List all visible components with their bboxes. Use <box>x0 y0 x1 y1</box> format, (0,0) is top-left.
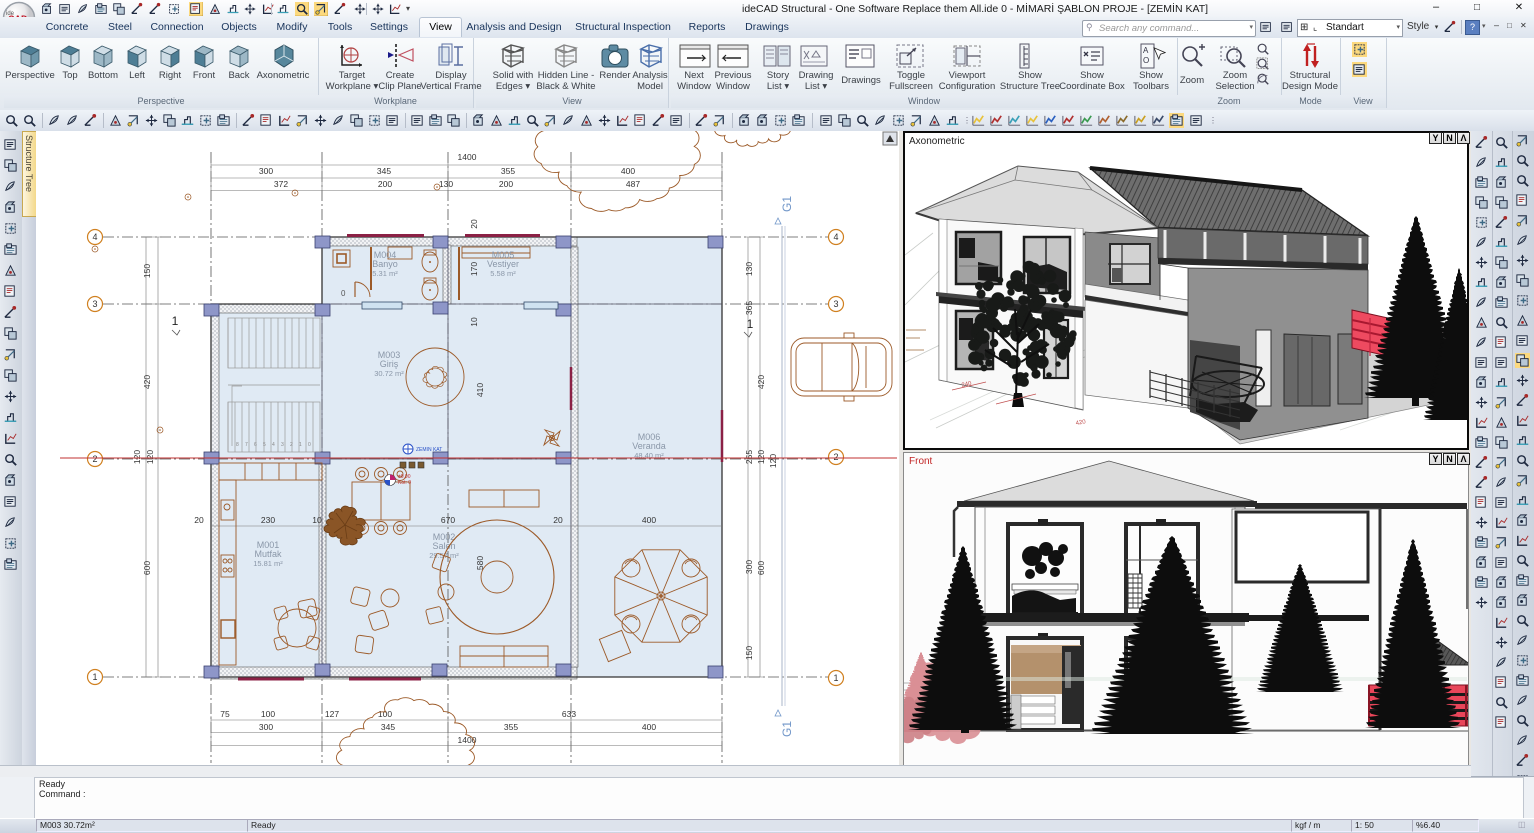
svg-text:300: 300 <box>744 560 754 574</box>
svg-text:200: 200 <box>499 179 513 189</box>
svg-text:5.58 m²: 5.58 m² <box>490 269 516 278</box>
svg-text:150: 150 <box>744 646 754 660</box>
svg-text:2: 2 <box>92 454 97 464</box>
svg-text:400: 400 <box>621 166 635 176</box>
svg-text:Giriş: Giriş <box>380 359 399 369</box>
svg-text:20: 20 <box>469 219 479 229</box>
svg-text:130: 130 <box>439 179 453 189</box>
svg-text:4: 4 <box>833 232 838 242</box>
svg-text:30.72 m²: 30.72 m² <box>374 369 404 378</box>
svg-text:1: 1 <box>299 442 302 448</box>
svg-text:1: 1 <box>833 673 838 683</box>
svg-text:372: 372 <box>274 179 288 189</box>
svg-text:3: 3 <box>281 442 284 448</box>
svg-text:2: 2 <box>290 442 293 448</box>
svg-text:Veranda: Veranda <box>632 441 666 451</box>
svg-text:400: 400 <box>642 515 656 525</box>
svg-text:10: 10 <box>312 515 322 525</box>
svg-text:120: 120 <box>756 450 766 464</box>
svg-text:1: 1 <box>92 672 97 682</box>
svg-text:127: 127 <box>325 709 339 719</box>
svg-text:Mutfak: Mutfak <box>254 549 282 559</box>
svg-text:5: 5 <box>263 442 266 448</box>
svg-text:G1: G1 <box>780 196 794 212</box>
svg-text:487: 487 <box>626 179 640 189</box>
svg-text:4: 4 <box>92 232 97 242</box>
svg-text:600: 600 <box>756 561 766 575</box>
svg-text:48.40 m²: 48.40 m² <box>634 451 664 460</box>
svg-text:120: 120 <box>132 450 142 464</box>
svg-text:8: 8 <box>236 442 239 448</box>
svg-text:20: 20 <box>194 515 204 525</box>
svg-text:1: 1 <box>172 314 179 328</box>
svg-text:420: 420 <box>142 375 152 389</box>
svg-text:355: 355 <box>504 722 518 732</box>
svg-text:150: 150 <box>142 264 152 278</box>
svg-text:20: 20 <box>553 515 563 525</box>
svg-text:75: 75 <box>220 709 230 719</box>
svg-text:255: 255 <box>744 450 754 464</box>
svg-text:ZEMIN KAT: ZEMIN KAT <box>416 447 442 453</box>
svg-text:Banyo: Banyo <box>372 259 398 269</box>
svg-text:400: 400 <box>642 722 656 732</box>
svg-text:G1: G1 <box>780 721 794 737</box>
svg-text:Vestiyer: Vestiyer <box>487 259 519 269</box>
svg-text:120: 120 <box>145 450 155 464</box>
svg-text:1: 1 <box>747 317 754 331</box>
svg-text:0: 0 <box>308 442 311 448</box>
svg-text:1400: 1400 <box>458 152 477 162</box>
svg-text:Kot: 0: Kot: 0 <box>398 480 411 486</box>
svg-text:0: 0 <box>341 289 346 298</box>
svg-text:3: 3 <box>833 299 838 309</box>
svg-text:230: 230 <box>261 515 275 525</box>
svg-text:3: 3 <box>92 299 97 309</box>
svg-text:600: 600 <box>142 561 152 575</box>
svg-text:670: 670 <box>441 515 455 525</box>
svg-text:6: 6 <box>254 442 257 448</box>
svg-text:420: 420 <box>756 375 766 389</box>
svg-text:O: O <box>1143 56 1149 65</box>
svg-text:410: 410 <box>475 383 485 397</box>
svg-text:120: 120 <box>768 454 778 468</box>
svg-text:7: 7 <box>245 442 248 448</box>
svg-text:345: 345 <box>381 722 395 732</box>
svg-text:300: 300 <box>259 166 273 176</box>
svg-text:633: 633 <box>562 709 576 719</box>
svg-text:240: 240 <box>961 381 973 389</box>
svg-text:420: 420 <box>1075 419 1087 427</box>
svg-text:15.81 m²: 15.81 m² <box>253 559 283 568</box>
svg-text:130: 130 <box>744 262 754 276</box>
svg-text:10: 10 <box>469 317 479 327</box>
svg-text:200: 200 <box>378 179 392 189</box>
svg-text:345: 345 <box>377 166 391 176</box>
svg-text:170: 170 <box>469 262 479 276</box>
svg-text:4: 4 <box>272 442 275 448</box>
svg-text:355: 355 <box>501 166 515 176</box>
svg-text:365: 365 <box>744 301 754 315</box>
svg-text:300: 300 <box>259 722 273 732</box>
svg-text:5.31 m²: 5.31 m² <box>372 269 398 278</box>
svg-text:2: 2 <box>833 452 838 462</box>
svg-text:A: A <box>1143 46 1149 55</box>
svg-text:100: 100 <box>261 709 275 719</box>
